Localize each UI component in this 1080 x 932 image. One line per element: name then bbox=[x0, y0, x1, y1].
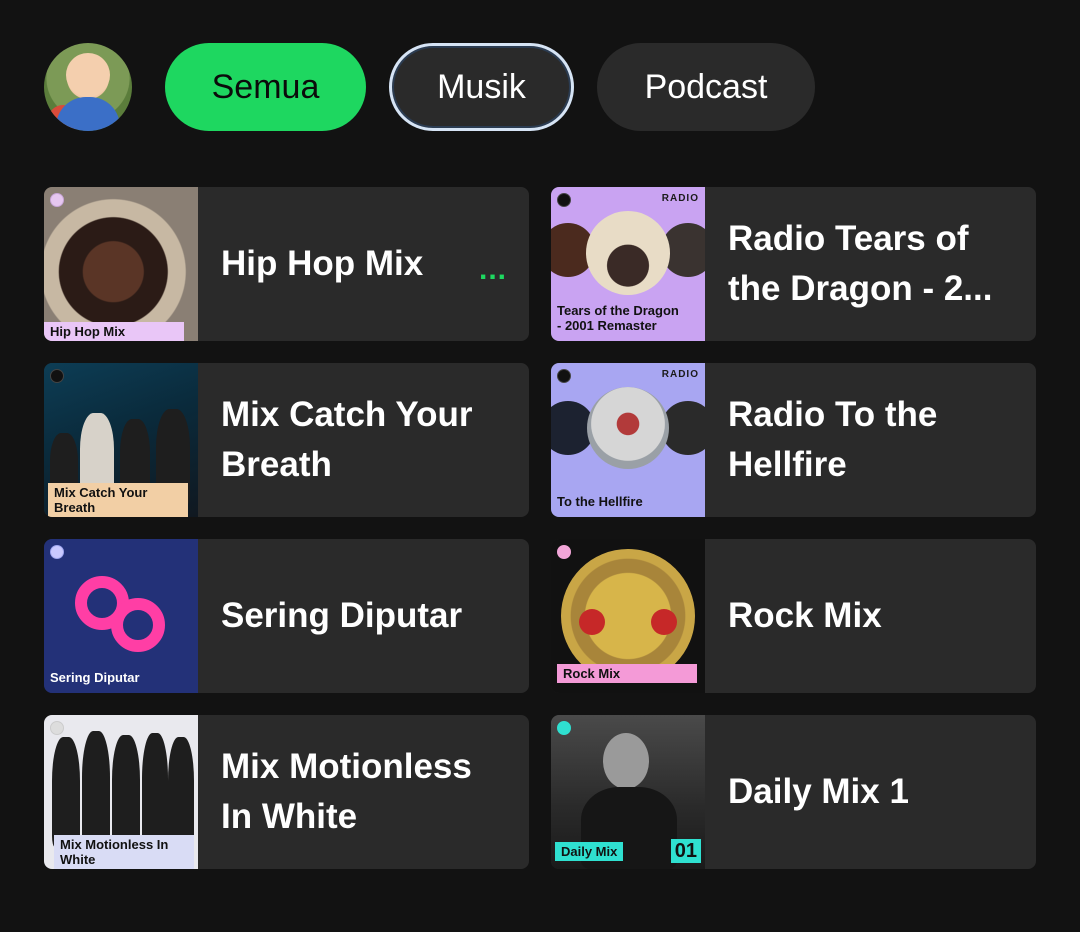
card-title: Rock Mix bbox=[728, 596, 882, 635]
cover-art: Rock Mix bbox=[551, 539, 705, 693]
spotify-logo-icon bbox=[50, 369, 64, 383]
filter-chip-musik[interactable]: Musik bbox=[389, 43, 574, 131]
shortcut-card-radio-to-the-hellfire[interactable]: RADIO To the Hellfire Radio To the Hellf… bbox=[551, 363, 1036, 517]
cover-art: RADIO To the Hellfire bbox=[551, 363, 705, 517]
daily-mix-number: 01 bbox=[670, 839, 701, 863]
cover-art: Mix Motionless In White bbox=[44, 715, 198, 869]
cover-art-person bbox=[82, 731, 110, 847]
card-title: Sering Diputar bbox=[221, 596, 463, 635]
cover-art: Sering Diputar bbox=[44, 539, 198, 693]
shortcut-card-radio-tears-of-the-dragon[interactable]: RADIO Tears of the Dragon - 2001 Remaste… bbox=[551, 187, 1036, 341]
cover-label: Mix Motionless In White bbox=[54, 835, 194, 869]
cover-label: Tears of the Dragon - 2001 Remaster bbox=[557, 303, 679, 333]
spotify-logo-icon bbox=[557, 721, 571, 735]
spotify-logo-icon bbox=[50, 193, 64, 207]
shortcut-card-daily-mix-1[interactable]: Daily Mix 01 Daily Mix 1 bbox=[551, 715, 1036, 869]
filter-chip-semua[interactable]: Semua bbox=[165, 43, 366, 131]
cover-art-person bbox=[168, 737, 194, 847]
shortcut-card-rock-mix[interactable]: Rock Mix Rock Mix bbox=[551, 539, 1036, 693]
cover-art-person bbox=[52, 737, 80, 847]
card-title: Radio To the Hellfire bbox=[728, 395, 938, 484]
cover-label: Mix Catch Your Breath bbox=[48, 483, 188, 517]
shortcut-card-mix-motionless-in-white[interactable]: Mix Motionless In White Mix Motionless I… bbox=[44, 715, 529, 869]
shortcut-card-hip-hop-mix[interactable]: Hip Hop Mix Hip Hop Mix ... bbox=[44, 187, 529, 341]
shortcut-card-mix-catch-your-breath[interactable]: Mix Catch Your Breath Mix Catch Your Bre… bbox=[44, 363, 529, 517]
card-title: Radio Tears of the Dragon - 2... bbox=[728, 219, 993, 308]
avatar[interactable] bbox=[44, 43, 132, 131]
radio-tag: RADIO bbox=[661, 193, 699, 204]
cover-label: Rock Mix bbox=[557, 664, 697, 683]
rose-icon bbox=[579, 609, 605, 635]
cover-art-circle bbox=[587, 387, 669, 469]
spotify-logo-icon bbox=[557, 545, 571, 559]
filter-bar: Semua Musik Podcast bbox=[44, 43, 838, 131]
cover-label: To the Hellfire bbox=[557, 494, 643, 509]
cover-art-person bbox=[142, 733, 168, 847]
more-options-icon[interactable]: ... bbox=[479, 253, 507, 287]
card-title: Mix Motionless In White bbox=[221, 747, 472, 836]
cover-art: Mix Catch Your Breath bbox=[44, 363, 198, 517]
cover-art: Daily Mix 01 bbox=[551, 715, 705, 869]
card-title: Daily Mix 1 bbox=[728, 772, 909, 811]
spotify-logo-icon bbox=[557, 193, 571, 207]
cover-art: Hip Hop Mix bbox=[44, 187, 198, 341]
cover-label: Daily Mix bbox=[555, 842, 624, 861]
cover-art-face bbox=[603, 733, 649, 789]
cover-art-person bbox=[112, 735, 140, 847]
cover-label: Sering Diputar bbox=[50, 670, 140, 685]
avatar-art bbox=[66, 53, 110, 97]
cover-label: Hip Hop Mix bbox=[44, 322, 184, 341]
spotify-logo-icon bbox=[50, 721, 64, 735]
rose-icon bbox=[651, 609, 677, 635]
spotify-logo-icon bbox=[557, 369, 571, 383]
cover-art-circle bbox=[586, 211, 670, 295]
filter-chip-podcast[interactable]: Podcast bbox=[597, 43, 815, 131]
cover-art: RADIO Tears of the Dragon - 2001 Remaste… bbox=[551, 187, 705, 341]
shortcut-card-sering-diputar[interactable]: Sering Diputar Sering Diputar bbox=[44, 539, 529, 693]
avatar-art bbox=[56, 97, 120, 131]
radio-tag: RADIO bbox=[661, 369, 699, 380]
card-title: Mix Catch Your Breath bbox=[221, 395, 473, 484]
